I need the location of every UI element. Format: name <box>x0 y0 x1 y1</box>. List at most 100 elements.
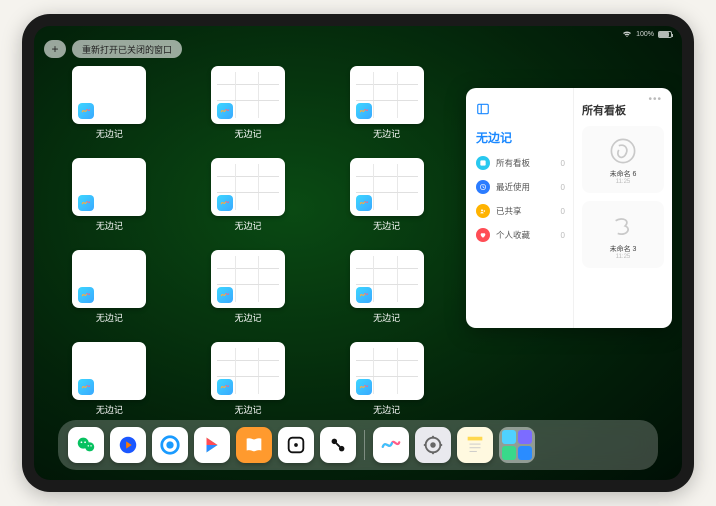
app-preview-panel[interactable]: ••• 无边记 所有看板 0 最近使用 0 已共享 0 个人收藏 0 所有看板 未命名 611… <box>466 88 672 328</box>
window-label: 无边记 <box>96 311 123 324</box>
window-preview <box>211 342 285 400</box>
boards-list: 未命名 611:25 未命名 311:25 <box>582 126 664 276</box>
more-icon[interactable]: ••• <box>648 94 662 105</box>
window-label: 无边记 <box>373 311 400 324</box>
dock <box>58 420 658 470</box>
window-thumbnail[interactable]: 无边记 <box>44 342 175 414</box>
window-preview <box>72 158 146 216</box>
new-tab-button[interactable]: + <box>44 40 66 58</box>
sidebar-toggle-icon[interactable] <box>476 102 490 121</box>
board-preview <box>601 207 645 245</box>
board-meta: 未命名 311:25 <box>610 245 637 262</box>
window-label: 无边记 <box>96 219 123 232</box>
window-thumbnail-grid: 无边记无边记无边记无边记无边记无边记无边记无边记无边记无边记无边记无边记 <box>44 66 452 414</box>
window-preview <box>350 250 424 308</box>
dock-app-settings[interactable] <box>415 427 451 463</box>
dock-wrap <box>34 414 682 480</box>
sidebar-item[interactable]: 所有看板 0 <box>476 156 565 170</box>
sidebar-item-label: 个人收藏 <box>496 229 530 241</box>
window-preview <box>72 250 146 308</box>
window-thumbnail[interactable]: 无边记 <box>183 342 314 414</box>
window-thumbnail[interactable]: 无边记 <box>321 158 452 244</box>
window-label: 无边记 <box>234 219 261 232</box>
dock-app-wechat[interactable] <box>68 427 104 463</box>
freeform-app-icon <box>217 379 233 395</box>
dock-app-tencent-video[interactable] <box>110 427 146 463</box>
window-label: 无边记 <box>96 403 123 414</box>
freeform-app-icon <box>356 287 372 303</box>
expose-content: 无边记无边记无边记无边记无边记无边记无边记无边记无边记无边记无边记无边记 •••… <box>34 62 682 414</box>
window-thumbnail[interactable]: 无边记 <box>321 250 452 336</box>
freeform-app-icon <box>78 287 94 303</box>
freeform-app-icon <box>356 379 372 395</box>
sidebar-item-count: 0 <box>561 159 565 168</box>
reopen-closed-window-button[interactable]: 重新打开已关闭的窗口 <box>72 40 182 58</box>
dock-divider <box>364 430 365 460</box>
freeform-app-icon <box>78 379 94 395</box>
dock-app-notes[interactable] <box>457 427 493 463</box>
freeform-app-icon <box>217 103 233 119</box>
sidebar-item-icon <box>476 156 490 170</box>
window-thumbnail[interactable]: 无边记 <box>44 158 175 244</box>
window-preview <box>211 250 285 308</box>
freeform-app-icon <box>217 287 233 303</box>
sidebar-item-label: 已共享 <box>496 205 522 217</box>
window-thumbnail[interactable]: 无边记 <box>44 250 175 336</box>
panel-content: 所有看板 未命名 611:25未命名 311:25 <box>574 88 672 328</box>
freeform-app-icon <box>78 195 94 211</box>
window-preview <box>72 66 146 124</box>
sidebar-list: 所有看板 0 最近使用 0 已共享 0 个人收藏 0 <box>476 156 565 242</box>
window-label: 无边记 <box>373 219 400 232</box>
window-label: 无边记 <box>373 403 400 414</box>
panel-sidebar: 无边记 所有看板 0 最近使用 0 已共享 0 个人收藏 0 <box>466 88 574 328</box>
freeform-app-icon <box>356 103 372 119</box>
dock-app-play[interactable] <box>194 427 230 463</box>
freeform-app-icon <box>356 195 372 211</box>
panel-title: 无边记 <box>476 129 565 146</box>
sidebar-item-count: 0 <box>561 207 565 216</box>
top-pill-bar: + 重新打开已关闭的窗口 <box>34 40 682 62</box>
window-thumbnail[interactable]: 无边记 <box>183 250 314 336</box>
battery-text: 100% <box>636 31 654 38</box>
dock-app-books[interactable] <box>236 427 272 463</box>
window-preview <box>350 158 424 216</box>
board-meta: 未命名 611:25 <box>610 170 637 187</box>
sidebar-item[interactable]: 已共享 0 <box>476 204 565 218</box>
window-preview <box>211 158 285 216</box>
window-thumbnail[interactable]: 无边记 <box>183 66 314 152</box>
window-preview <box>211 66 285 124</box>
sidebar-item-label: 所有看板 <box>496 157 530 169</box>
board-card[interactable]: 未命名 311:25 <box>582 201 664 268</box>
window-preview <box>72 342 146 400</box>
sidebar-item-icon <box>476 228 490 242</box>
sidebar-item-icon <box>476 180 490 194</box>
window-preview <box>350 342 424 400</box>
status-bar: 100% <box>34 26 682 40</box>
sidebar-item-count: 0 <box>561 231 565 240</box>
window-preview <box>350 66 424 124</box>
battery-icon <box>658 31 672 38</box>
window-label: 无边记 <box>373 127 400 140</box>
dock-app-connect[interactable] <box>320 427 356 463</box>
window-thumbnail[interactable]: 无边记 <box>321 342 452 414</box>
sidebar-item-count: 0 <box>561 183 565 192</box>
sidebar-item-icon <box>476 204 490 218</box>
freeform-app-icon <box>78 103 94 119</box>
dock-app-dice[interactable] <box>278 427 314 463</box>
ipad-frame: 100% + 重新打开已关闭的窗口 无边记无边记无边记无边记无边记无边记无边记无… <box>22 14 694 492</box>
dock-app-freeform[interactable] <box>373 427 409 463</box>
window-thumbnail[interactable]: 无边记 <box>44 66 175 152</box>
sidebar-item[interactable]: 个人收藏 0 <box>476 228 565 242</box>
dock-app-qq-browser[interactable] <box>152 427 188 463</box>
window-label: 无边记 <box>234 127 261 140</box>
freeform-app-icon <box>217 195 233 211</box>
window-label: 无边记 <box>234 403 261 414</box>
window-label: 无边记 <box>96 127 123 140</box>
window-thumbnail[interactable]: 无边记 <box>321 66 452 152</box>
dock-app-library[interactable] <box>499 427 535 463</box>
window-label: 无边记 <box>234 311 261 324</box>
sidebar-item-label: 最近使用 <box>496 181 530 193</box>
board-card[interactable]: 未命名 611:25 <box>582 126 664 193</box>
window-thumbnail[interactable]: 无边记 <box>183 158 314 244</box>
sidebar-item[interactable]: 最近使用 0 <box>476 180 565 194</box>
